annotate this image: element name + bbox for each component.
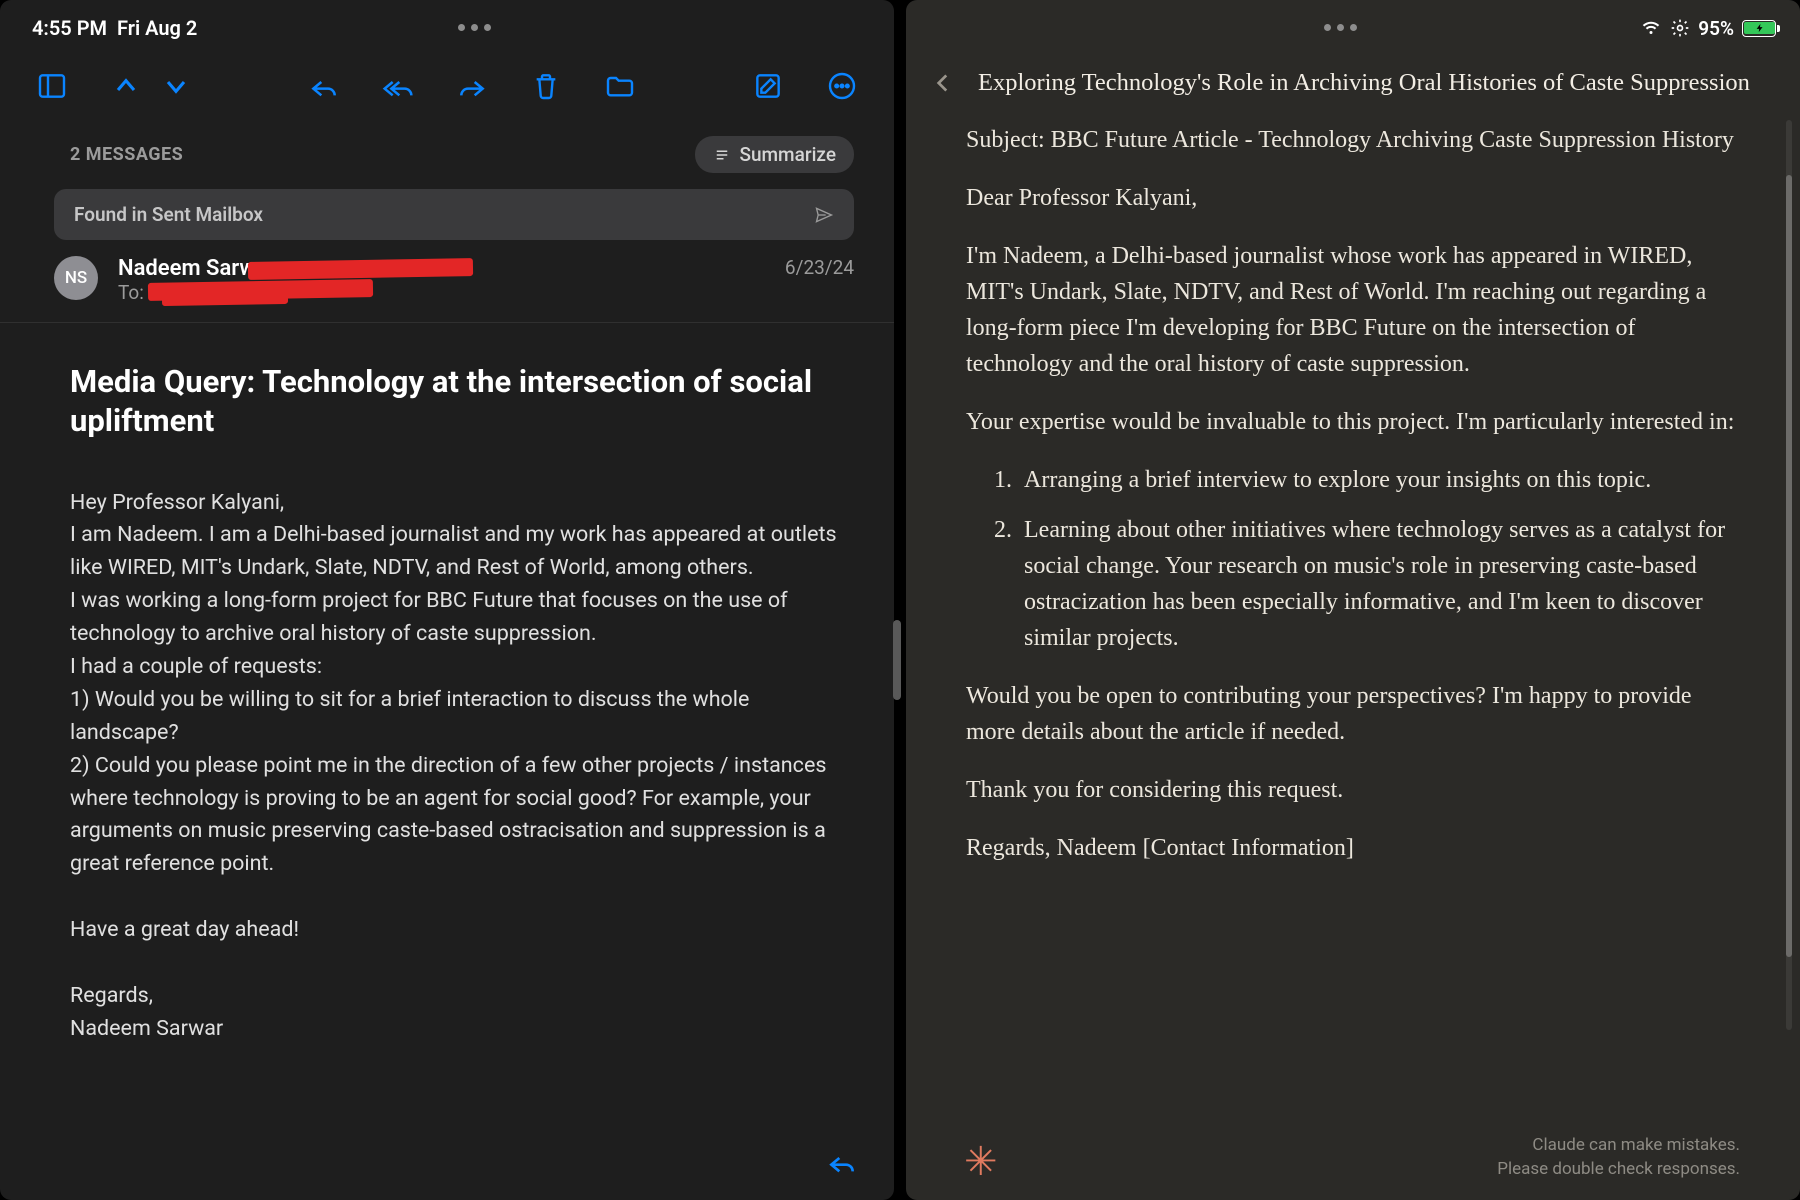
response-greeting: Dear Professor Kalyani,	[966, 180, 1740, 216]
redaction	[162, 294, 288, 306]
reply-all-icon[interactable]	[378, 66, 418, 106]
response-item-2: Learning about other initiatives where t…	[1018, 512, 1740, 656]
status-bar-left: 4:55 PM Fri Aug 2	[0, 0, 894, 56]
chat-footer: ✳ Claude can make mistakes. Please doubl…	[906, 1129, 1800, 1200]
redaction	[248, 258, 473, 280]
summarize-button[interactable]: Summarize	[695, 136, 854, 173]
more-icon[interactable]	[822, 66, 862, 106]
gear-icon	[1670, 18, 1690, 38]
reply-icon[interactable]	[304, 66, 344, 106]
multitask-dots-icon[interactable]	[1324, 24, 1357, 33]
status-bar-right: 95%	[906, 0, 1800, 56]
summarize-label: Summarize	[739, 143, 836, 166]
response-subject: Subject: BBC Future Article - Technology…	[966, 122, 1740, 158]
chat-title: Exploring Technology's Role in Archiving…	[978, 69, 1750, 97]
scrollbar[interactable]	[1786, 120, 1792, 1030]
back-icon[interactable]	[930, 68, 956, 98]
to-label: To:	[118, 281, 144, 304]
scrollbar-thumb[interactable]	[1786, 175, 1792, 958]
quick-reply-icon[interactable]	[826, 1146, 858, 1178]
response-lead-in: Your expertise would be invaluable to th…	[966, 404, 1740, 440]
battery-percent: 95%	[1698, 17, 1734, 40]
response-ask: Would you be open to contributing your p…	[966, 678, 1740, 750]
response-signoff: Regards, Nadeem [Contact Information]	[966, 830, 1740, 866]
response-thanks: Thank you for considering this request.	[966, 772, 1740, 808]
mail-pane: 4:55 PM Fri Aug 2	[0, 0, 894, 1200]
email-body[interactable]: Media Query: Technology at the intersect…	[0, 323, 894, 1200]
message-count: 2 MESSAGES	[70, 144, 183, 165]
email-text: Hey Professor Kalyani, I am Nadeem. I am…	[70, 487, 842, 1046]
sender-row[interactable]: NS Nadeem Sarwar To: 6/23/24	[0, 240, 894, 323]
compose-icon[interactable]	[748, 66, 788, 106]
forward-icon[interactable]	[452, 66, 492, 106]
move-folder-icon[interactable]	[600, 66, 640, 106]
avatar: NS	[54, 256, 98, 300]
sidebar-toggle-icon[interactable]	[32, 66, 72, 106]
next-message-icon[interactable]	[156, 66, 196, 106]
found-banner[interactable]: Found in Sent Mailbox	[54, 189, 854, 240]
chat-pane: 95% Exploring Technology's Role in Archi…	[906, 0, 1800, 1200]
battery-icon	[1742, 20, 1776, 37]
chat-titlebar: Exploring Technology's Role in Archiving…	[906, 56, 1800, 122]
message-date: 6/23/24	[785, 256, 854, 304]
disclaimer: Claude can make mistakes. Please double …	[1497, 1133, 1740, 1182]
chat-response[interactable]: Subject: BBC Future Article - Technology…	[906, 122, 1800, 1129]
wifi-icon	[1640, 19, 1662, 37]
found-banner-text: Found in Sent Mailbox	[74, 203, 263, 226]
response-intro: I'm Nadeem, a Delhi-based journalist who…	[966, 238, 1740, 382]
split-divider[interactable]	[897, 0, 903, 1200]
trash-icon[interactable]	[526, 66, 566, 106]
prev-message-icon[interactable]	[106, 66, 146, 106]
response-item-1: Arranging a brief interview to explore y…	[1018, 462, 1740, 498]
mail-toolbar	[0, 56, 894, 128]
multitask-dots-icon[interactable]	[458, 24, 491, 33]
claude-logo-icon: ✳	[964, 1142, 998, 1182]
status-time: 4:55 PM	[32, 16, 107, 40]
status-date: Fri Aug 2	[117, 16, 197, 40]
divider-handle-icon[interactable]	[893, 620, 901, 700]
sent-plane-icon	[814, 205, 834, 225]
email-subject: Media Query: Technology at the intersect…	[70, 363, 842, 441]
